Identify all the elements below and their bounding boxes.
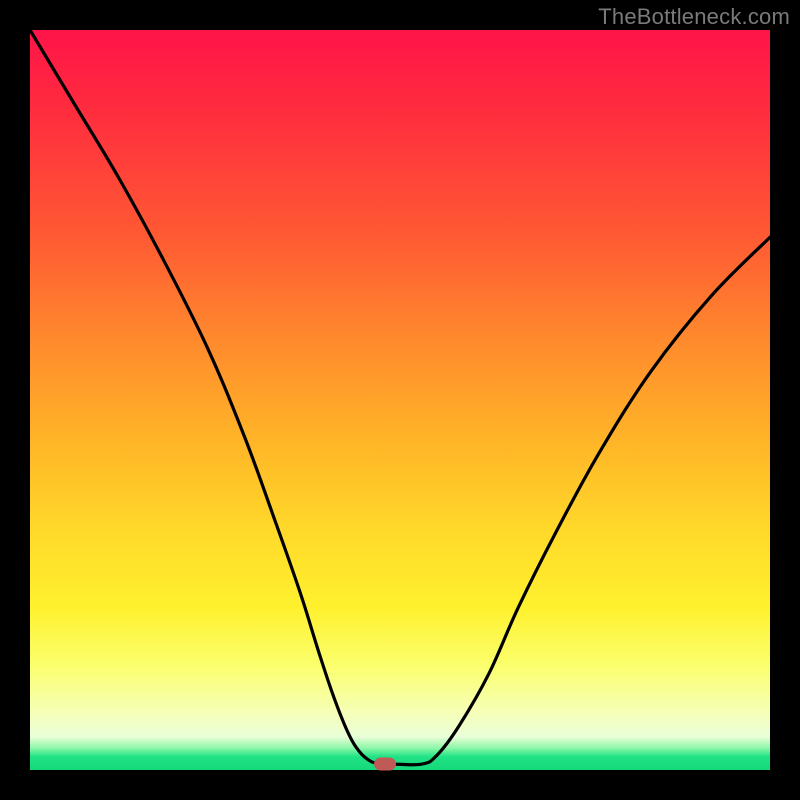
chart-frame: TheBottleneck.com	[0, 0, 800, 800]
bottleneck-curve	[30, 30, 770, 770]
watermark-text: TheBottleneck.com	[598, 4, 790, 30]
optimal-point-marker	[374, 758, 396, 771]
plot-area	[30, 30, 770, 770]
